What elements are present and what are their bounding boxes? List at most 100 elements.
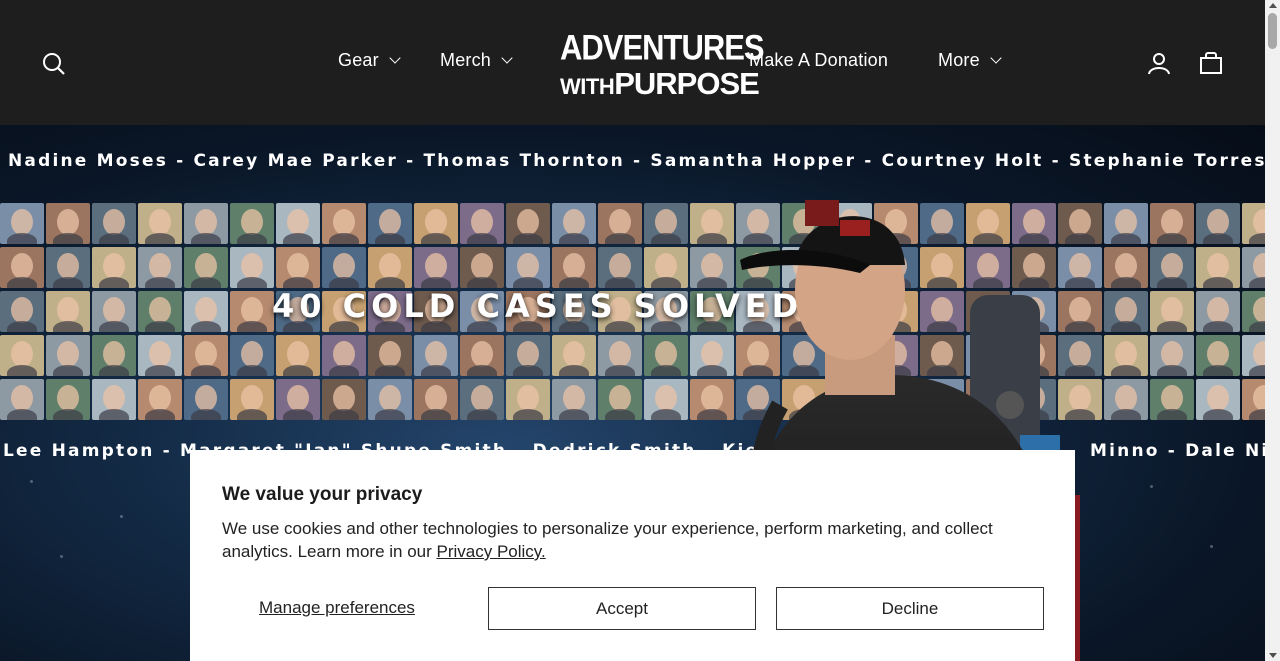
victim-photo	[598, 247, 642, 288]
victim-photo	[92, 247, 136, 288]
victim-photo	[138, 247, 182, 288]
nav-make-a-donation[interactable]: Make A Donation	[749, 50, 888, 71]
victim-photo	[368, 335, 412, 376]
logo-line1: ADVENTURES	[560, 27, 765, 68]
background-speck	[1210, 545, 1213, 548]
victim-photo	[644, 203, 688, 244]
victim-photo	[46, 335, 90, 376]
background-speck	[120, 515, 123, 518]
victim-photo	[644, 379, 688, 420]
victim-photo	[276, 247, 320, 288]
victim-photo	[368, 379, 412, 420]
victim-photo	[460, 247, 504, 288]
victim-photo	[1150, 379, 1194, 420]
victim-photo	[46, 203, 90, 244]
victim-photo	[460, 203, 504, 244]
nav-gear-label: Gear	[338, 50, 379, 70]
nav-donation-label: Make A Donation	[749, 50, 889, 70]
victim-photo	[460, 335, 504, 376]
nav-merch-label: Merch	[440, 50, 492, 70]
manage-preferences-link[interactable]: Manage preferences	[259, 598, 415, 618]
victim-photo	[644, 247, 688, 288]
background-speck	[30, 480, 33, 483]
victim-photo	[92, 335, 136, 376]
victim-photo	[276, 379, 320, 420]
victim-photo	[598, 335, 642, 376]
cookie-consent-banner: We value your privacy We use cookies and…	[190, 450, 1075, 661]
site-header: Gear Merch ADVENTURES WITHPURPOSE Make A…	[0, 0, 1265, 125]
cart-icon	[1200, 52, 1222, 74]
names-ticker-top: Nadine Moses - Carey Mae Parker - Thomas…	[8, 151, 1265, 171]
site-logo[interactable]: ADVENTURES WITHPURPOSE	[560, 27, 765, 99]
victim-photo	[1242, 247, 1265, 288]
scroll-down-arrow-icon[interactable]	[1269, 653, 1277, 658]
victim-photo	[184, 379, 228, 420]
nav-merch[interactable]: Merch	[440, 50, 513, 71]
victim-photo	[1150, 247, 1194, 288]
victim-photo	[1196, 291, 1240, 332]
victim-photo	[598, 203, 642, 244]
nav-more-label: More	[938, 50, 980, 70]
account-button[interactable]	[1145, 49, 1173, 77]
victim-photo	[322, 379, 366, 420]
victim-photo	[322, 203, 366, 244]
victim-photo	[552, 247, 596, 288]
victim-photo	[138, 335, 182, 376]
victim-photo	[414, 335, 458, 376]
victim-photo	[552, 335, 596, 376]
victim-photo	[1150, 291, 1194, 332]
victim-photo	[46, 379, 90, 420]
nav-gear[interactable]: Gear	[338, 50, 401, 71]
victim-photo	[506, 379, 550, 420]
victim-photo	[322, 247, 366, 288]
victim-photo	[506, 335, 550, 376]
user-icon	[1148, 53, 1170, 75]
victim-photo	[138, 379, 182, 420]
victim-photo	[46, 291, 90, 332]
chevron-down-icon	[389, 52, 401, 64]
victim-photo	[230, 379, 274, 420]
victim-photo	[598, 379, 642, 420]
victim-photo	[1196, 247, 1240, 288]
victim-photo	[184, 291, 228, 332]
victim-photo	[368, 203, 412, 244]
decline-button[interactable]: Decline	[776, 587, 1044, 630]
scroll-up-arrow-icon[interactable]	[1269, 3, 1277, 8]
privacy-policy-link[interactable]: Privacy Policy.	[437, 542, 546, 561]
cookie-title: We value your privacy	[222, 484, 423, 505]
background-speck	[1150, 485, 1153, 488]
logo-purpose: PURPOSE	[614, 66, 760, 101]
victim-photo	[138, 203, 182, 244]
victim-photo	[230, 247, 274, 288]
victim-photo	[414, 203, 458, 244]
victim-photo	[92, 203, 136, 244]
logo-with: WITH	[560, 74, 615, 99]
victim-photo	[0, 247, 44, 288]
accept-button[interactable]: Accept	[488, 587, 756, 630]
nav-more[interactable]: More	[938, 50, 1002, 71]
victim-photo	[414, 247, 458, 288]
victim-photo	[184, 203, 228, 244]
victim-photo	[1242, 379, 1265, 420]
victim-photo	[46, 247, 90, 288]
victim-photo	[230, 335, 274, 376]
cart-button[interactable]	[1197, 49, 1225, 77]
victim-photo	[184, 335, 228, 376]
victim-photo	[0, 379, 44, 420]
victim-photo	[460, 379, 504, 420]
scrollbar-thumb[interactable]	[1268, 13, 1277, 49]
page-scrollbar[interactable]	[1265, 0, 1280, 661]
victim-photo	[230, 203, 274, 244]
background-speck	[60, 555, 63, 558]
chevron-down-icon	[501, 52, 513, 64]
victim-photo	[1196, 203, 1240, 244]
victim-photo	[1196, 335, 1240, 376]
search-button[interactable]	[40, 50, 68, 78]
victim-photo	[276, 335, 320, 376]
victim-photo	[0, 335, 44, 376]
victim-photo	[276, 203, 320, 244]
victim-photo	[1242, 291, 1265, 332]
victim-photo	[506, 247, 550, 288]
victim-photo	[138, 291, 182, 332]
victim-photo	[644, 335, 688, 376]
